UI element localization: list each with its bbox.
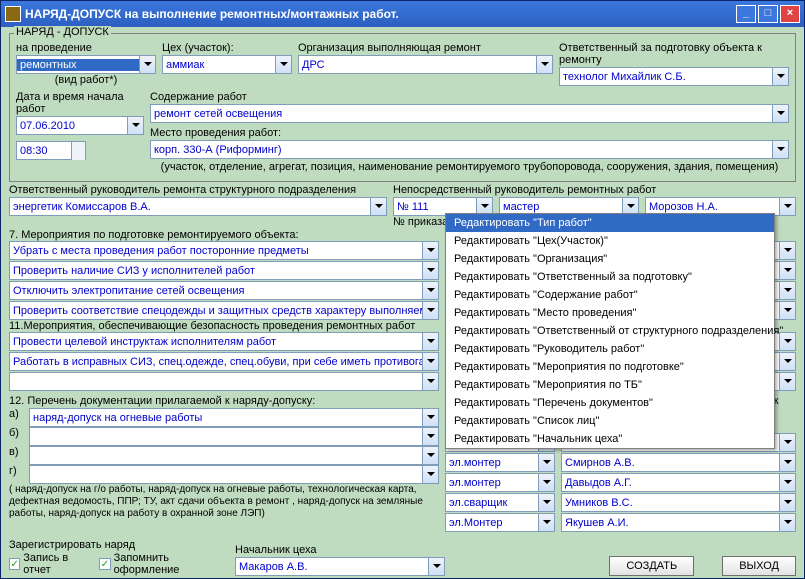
sec13-prof[interactable]: эл.сварщик xyxy=(445,493,555,512)
combo-place[interactable]: корп. 330-А (Риформинг) xyxy=(150,140,789,159)
combo-resp-struct[interactable]: энергетик Комиссаров В.А. xyxy=(9,197,387,216)
combo-content[interactable]: ремонт сетей освещения xyxy=(150,104,789,123)
combo-chief[interactable]: Макаров А.В. xyxy=(235,557,445,576)
chevron-down-icon xyxy=(127,117,143,134)
sec12-v[interactable] xyxy=(29,446,439,465)
window-title: НАРЯД-ДОПУСК на выполнение ремонтных/мон… xyxy=(25,7,734,21)
sec13-prof[interactable]: эл.монтер xyxy=(445,453,555,472)
chevron-down-icon xyxy=(779,198,795,215)
lbl-sec7: 7. Мероприятия по подготовке ремонтируем… xyxy=(9,229,299,241)
maximize-button[interactable]: □ xyxy=(758,5,778,23)
time-spinner[interactable]: 08:30 xyxy=(16,141,86,160)
chevron-down-icon xyxy=(536,56,552,73)
menu-item[interactable]: Редактировать "Ответственный от структур… xyxy=(446,322,774,340)
sec7-item[interactable]: Проверить наличие СИЗ у исполнителей раб… xyxy=(9,261,439,280)
hint-vid-rabot: (вид работ*) xyxy=(16,74,156,86)
minimize-button[interactable]: _ xyxy=(736,5,756,23)
menu-item[interactable]: Редактировать "Начальник цеха" xyxy=(446,430,774,448)
combo-vid-rabot[interactable]: ремонтных xyxy=(16,55,156,74)
menu-item[interactable]: Редактировать "Руководитель работ" xyxy=(446,340,774,358)
menu-item[interactable]: Редактировать "Содержание работ" xyxy=(446,286,774,304)
sec11-item[interactable]: Работать в исправных СИЗ, спец.одежде, с… xyxy=(9,352,439,371)
sec11-item[interactable]: Провести целевой инструктаж исполнителям… xyxy=(9,332,439,351)
menu-item[interactable]: Редактировать "Мероприятия по ТБ" xyxy=(446,376,774,394)
lbl-reg: Зарегистрировать наряд xyxy=(9,539,229,551)
menu-item[interactable]: Редактировать "Организация" xyxy=(446,250,774,268)
chevron-down-icon xyxy=(422,409,438,426)
chk-remember[interactable]: Запомнить оформление xyxy=(99,552,229,576)
chevron-down-icon xyxy=(139,56,155,73)
lbl-ceh: Цех (участок): xyxy=(162,42,292,54)
titlebar: НАРЯД-ДОПУСК на выполнение ремонтных/мон… xyxy=(1,1,804,27)
chevron-down-icon xyxy=(428,558,444,575)
date-picker[interactable]: 07.06.2010 xyxy=(16,116,144,135)
chevron-down-icon xyxy=(422,353,438,370)
sec13-fio[interactable]: Умников В.С. xyxy=(561,493,796,512)
group-title: НАРЯД - ДОПУСК xyxy=(14,26,111,38)
sec7-item[interactable]: Отключить электропитание сетей освещения xyxy=(9,281,439,300)
menu-item[interactable]: Редактировать "Цех(Участок)" xyxy=(446,232,774,250)
hint-sec12: ( наряд-допуск на г/о работы, наряд-допу… xyxy=(9,484,439,520)
chevron-down-icon xyxy=(422,242,438,259)
chevron-down-icon xyxy=(779,262,795,279)
chevron-down-icon xyxy=(772,68,788,85)
chevron-down-icon xyxy=(779,353,795,370)
sec13-prof[interactable]: эл.Монтер xyxy=(445,513,555,532)
lbl-resp-direct: Непосредственный руководитель ремонтных … xyxy=(393,184,796,196)
close-button[interactable]: × xyxy=(780,5,800,23)
menu-item[interactable]: Редактировать "Место проведения" xyxy=(446,304,774,322)
menu-item[interactable]: Редактировать "Перечень документов" xyxy=(446,394,774,412)
chevron-down-icon xyxy=(772,141,788,158)
lbl-sec11: 11.Мероприятия, обеспечивающие безопасно… xyxy=(9,320,415,332)
sec13-fio[interactable]: Якушев А.И. xyxy=(561,513,796,532)
sec7-item[interactable]: Проверить соответствие спецодежды и защи… xyxy=(9,301,439,320)
menu-item[interactable]: Редактировать "Тип работ" xyxy=(446,214,774,232)
chevron-down-icon xyxy=(772,105,788,122)
chevron-down-icon xyxy=(422,302,438,319)
lbl-datetime: Дата и время начала работ xyxy=(16,91,144,115)
sec13-prof[interactable]: эл.монтер xyxy=(445,473,555,492)
lbl-resp-struct: Ответственный руководитель ремонта струк… xyxy=(9,184,387,196)
chevron-down-icon xyxy=(779,302,795,319)
sec12-a[interactable]: наряд-допуск на огневые работы xyxy=(29,408,439,427)
sec13-fio[interactable]: Давыдов А.Г. xyxy=(561,473,796,492)
chevron-down-icon xyxy=(275,56,291,73)
lbl-otvet: Ответственный за подготовку объекта к ре… xyxy=(559,42,789,66)
combo-otvet[interactable]: технолог Михайлик С.Б. xyxy=(559,67,789,86)
sec12-g[interactable] xyxy=(29,465,439,484)
chevron-down-icon xyxy=(422,428,438,445)
context-menu[interactable]: Редактировать "Тип работ"Редактировать "… xyxy=(445,213,775,449)
lbl-chief: Начальник цеха xyxy=(235,544,445,556)
chevron-down-icon xyxy=(422,447,438,464)
chevron-down-icon xyxy=(422,262,438,279)
chk-report[interactable]: Запись в отчет xyxy=(9,552,93,576)
sec13-fio[interactable]: Смирнов А.В. xyxy=(561,453,796,472)
menu-item[interactable]: Редактировать "Мероприятия по подготовке… xyxy=(446,358,774,376)
combo-org[interactable]: ДРС xyxy=(298,55,553,74)
exit-button[interactable]: ВЫХОД xyxy=(722,556,796,576)
lbl-org: Организация выполняющая ремонт xyxy=(298,42,553,54)
chevron-down-icon xyxy=(370,198,386,215)
create-button[interactable]: СОЗДАТЬ xyxy=(609,556,694,576)
combo-ceh[interactable]: аммиак xyxy=(162,55,292,74)
chevron-down-icon xyxy=(422,282,438,299)
menu-item[interactable]: Редактировать "Список лиц" xyxy=(446,412,774,430)
hint-place: (участок, отделение, агрегат, позиция, н… xyxy=(150,161,789,173)
chevron-down-icon xyxy=(422,373,438,390)
lbl-sec12: 12. Перечень документации прилагаемой к … xyxy=(9,395,439,407)
chevron-down-icon xyxy=(779,242,795,259)
lbl-place: Место проведения работ: xyxy=(150,127,789,139)
chevron-down-icon xyxy=(779,282,795,299)
lbl-content: Содержание работ xyxy=(150,91,789,103)
sec7-item[interactable]: Убрать с места проведения работ посторон… xyxy=(9,241,439,260)
chevron-down-icon xyxy=(422,466,438,483)
app-icon xyxy=(5,6,21,22)
lbl-na-provedenie: на проведение xyxy=(16,42,156,54)
sec11-item[interactable] xyxy=(9,372,439,391)
sec12-b[interactable] xyxy=(29,427,439,446)
menu-item[interactable]: Редактировать "Ответственный за подготов… xyxy=(446,268,774,286)
chevron-down-icon xyxy=(422,333,438,350)
chevron-down-icon xyxy=(779,373,795,390)
